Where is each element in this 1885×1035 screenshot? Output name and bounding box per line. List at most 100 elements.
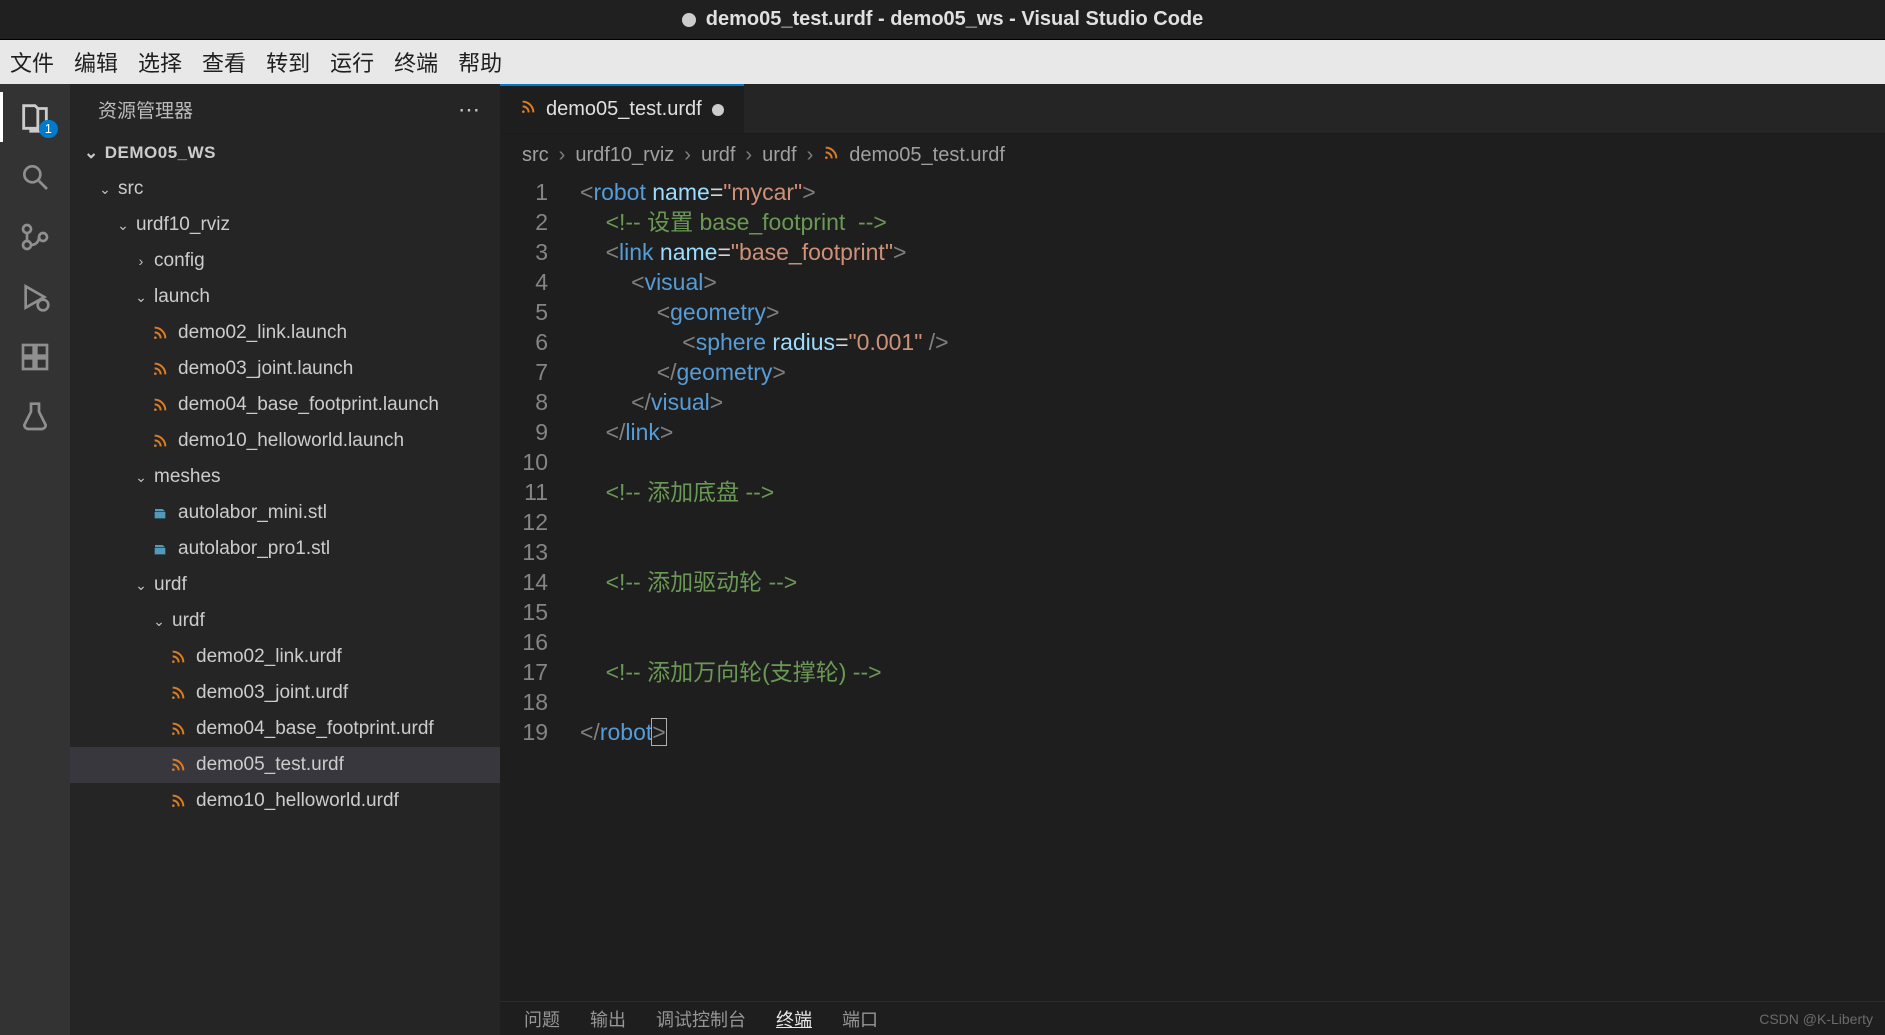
rss-icon xyxy=(168,719,188,739)
tree-label: autolabor_mini.stl xyxy=(178,495,327,531)
tab-demo05-test[interactable]: demo05_test.urdf xyxy=(500,84,744,133)
menu-item[interactable]: 文件 xyxy=(10,46,54,78)
tree-label: meshes xyxy=(154,459,221,495)
titlebar: demo05_test.urdf - demo05_ws - Visual St… xyxy=(0,0,1885,40)
rss-icon xyxy=(150,359,170,379)
file-row[interactable]: demo03_joint.urdf xyxy=(70,675,500,711)
code-editor[interactable]: 12345678910111213141516171819 <robot nam… xyxy=(500,177,1885,1001)
tree-label: demo04_base_footprint.urdf xyxy=(196,711,434,747)
tree-label: demo10_helloworld.launch xyxy=(178,423,404,459)
chevron-down-icon: ⌄ xyxy=(114,216,132,234)
breadcrumb-item[interactable]: urdf xyxy=(701,144,735,167)
file-icon xyxy=(150,503,170,523)
watermark: CSDN @K-Liberty xyxy=(1759,1011,1873,1027)
tree-label: demo04_base_footprint.launch xyxy=(178,387,439,423)
activitybar: 1 xyxy=(0,84,70,1035)
run-debug-icon[interactable] xyxy=(18,280,52,314)
breadcrumb[interactable]: src›urdf10_rviz›urdf›urdf›demo05_test.ur… xyxy=(500,134,1885,177)
tree-label: demo05_test.urdf xyxy=(196,747,344,783)
sidebar-title: 资源管理器 xyxy=(98,96,193,123)
file-row[interactable]: demo02_link.launch xyxy=(70,315,500,351)
file-tree: ⌄src⌄urdf10_rviz›config⌄launchdemo02_lin… xyxy=(70,171,500,1035)
file-row[interactable]: demo03_joint.launch xyxy=(70,351,500,387)
extensions-icon[interactable] xyxy=(18,340,52,374)
tree-label: launch xyxy=(154,279,210,315)
breadcrumb-item[interactable]: src xyxy=(522,144,549,167)
rss-icon xyxy=(150,431,170,451)
menu-item[interactable]: 终端 xyxy=(394,46,438,78)
modified-dot-icon xyxy=(682,13,696,27)
tree-label: urdf10_rviz xyxy=(136,207,230,243)
breadcrumb-separator-icon: › xyxy=(745,144,752,167)
tree-label: demo03_joint.launch xyxy=(178,351,353,387)
panel-tab[interactable]: 端口 xyxy=(842,1006,878,1032)
tree-label: urdf xyxy=(172,603,205,639)
breadcrumb-item[interactable]: urdf10_rviz xyxy=(575,144,674,167)
tree-label: demo02_link.launch xyxy=(178,315,347,351)
file-row[interactable]: demo10_helloworld.launch xyxy=(70,423,500,459)
line-gutter: 12345678910111213141516171819 xyxy=(500,177,570,1001)
editor-area: demo05_test.urdf src › urdf10_rviz › urdf › ur… xyxy=(500,84,1885,1035)
file-row[interactable]: autolabor_pro1.stl xyxy=(70,531,500,567)
folder-row[interactable]: ⌄urdf10_rviz xyxy=(70,207,500,243)
panel-tabs: 问题 输出 调试控制台 终端 端口 xyxy=(500,1001,1885,1035)
workspace-name: DEMO05_WS xyxy=(105,143,216,163)
rss-icon xyxy=(168,791,188,811)
tab-label: demo05_test.urdf xyxy=(546,98,702,121)
chevron-down-icon: ⌄ xyxy=(84,143,99,163)
chevron-down-icon: ⌄ xyxy=(132,288,150,306)
breadcrumb-item[interactable]: urdf xyxy=(762,144,796,167)
folder-row[interactable]: ⌄urdf xyxy=(70,567,500,603)
menu-item[interactable]: 查看 xyxy=(202,46,246,78)
menu-item[interactable]: 转到 xyxy=(266,46,310,78)
file-row[interactable]: demo04_base_footprint.urdf xyxy=(70,711,500,747)
folder-row[interactable]: ⌄urdf xyxy=(70,603,500,639)
panel-tab[interactable]: 输出 xyxy=(590,1006,626,1032)
chevron-down-icon: ⌄ xyxy=(132,576,150,594)
folder-row[interactable]: ⌄launch xyxy=(70,279,500,315)
sidebar-more-icon[interactable]: ⋯ xyxy=(458,97,482,123)
menu-item[interactable]: 运行 xyxy=(330,46,374,78)
testing-icon[interactable] xyxy=(18,400,52,434)
tree-label: src xyxy=(118,171,143,207)
chevron-right-icon: › xyxy=(132,252,150,270)
menu-item[interactable]: 编辑 xyxy=(74,46,118,78)
folder-row[interactable]: ⌄meshes xyxy=(70,459,500,495)
modified-indicator-icon xyxy=(712,104,724,116)
rss-icon xyxy=(823,144,839,167)
menu-item[interactable]: 帮助 xyxy=(458,46,502,78)
rss-icon xyxy=(168,647,188,667)
breadcrumb-separator-icon: › xyxy=(559,144,566,167)
folder-row[interactable]: ⌄src xyxy=(70,171,500,207)
file-icon xyxy=(150,539,170,559)
panel-tab[interactable]: 问题 xyxy=(524,1006,560,1032)
rss-icon xyxy=(168,683,188,703)
tree-label: demo03_joint.urdf xyxy=(196,675,348,711)
sidebar: 资源管理器 ⋯ ⌄ DEMO05_WS ⌄src⌄urdf10_rviz›con… xyxy=(70,84,500,1035)
search-icon[interactable] xyxy=(18,160,52,194)
file-row[interactable]: demo04_base_footprint.launch xyxy=(70,387,500,423)
tree-label: demo02_link.urdf xyxy=(196,639,342,675)
rss-icon xyxy=(520,98,536,121)
file-row[interactable]: demo05_test.urdf xyxy=(70,747,500,783)
source-control-icon[interactable] xyxy=(18,220,52,254)
code-lines[interactable]: <robot name="mycar"> <!-- 设置 base_footpr… xyxy=(570,177,1885,1001)
menu-item[interactable]: 选择 xyxy=(138,46,182,78)
breadcrumb-item[interactable]: demo05_test.urdf xyxy=(849,144,1005,167)
breadcrumb-separator-icon: › xyxy=(684,144,691,167)
rss-icon xyxy=(168,755,188,775)
rss-icon xyxy=(150,395,170,415)
explorer-icon[interactable]: 1 xyxy=(18,100,52,134)
rss-icon xyxy=(150,323,170,343)
menubar: 文件编辑选择查看转到运行终端帮助 xyxy=(0,40,1885,84)
workspace-header[interactable]: ⌄ DEMO05_WS xyxy=(70,135,500,171)
panel-tab[interactable]: 终端 xyxy=(776,1006,812,1032)
editor-tabs: demo05_test.urdf xyxy=(500,84,1885,134)
file-row[interactable]: demo10_helloworld.urdf xyxy=(70,783,500,819)
file-row[interactable]: demo02_link.urdf xyxy=(70,639,500,675)
chevron-down-icon: ⌄ xyxy=(96,180,114,198)
explorer-badge: 1 xyxy=(39,120,58,138)
panel-tab[interactable]: 调试控制台 xyxy=(656,1006,746,1032)
file-row[interactable]: autolabor_mini.stl xyxy=(70,495,500,531)
folder-row[interactable]: ›config xyxy=(70,243,500,279)
